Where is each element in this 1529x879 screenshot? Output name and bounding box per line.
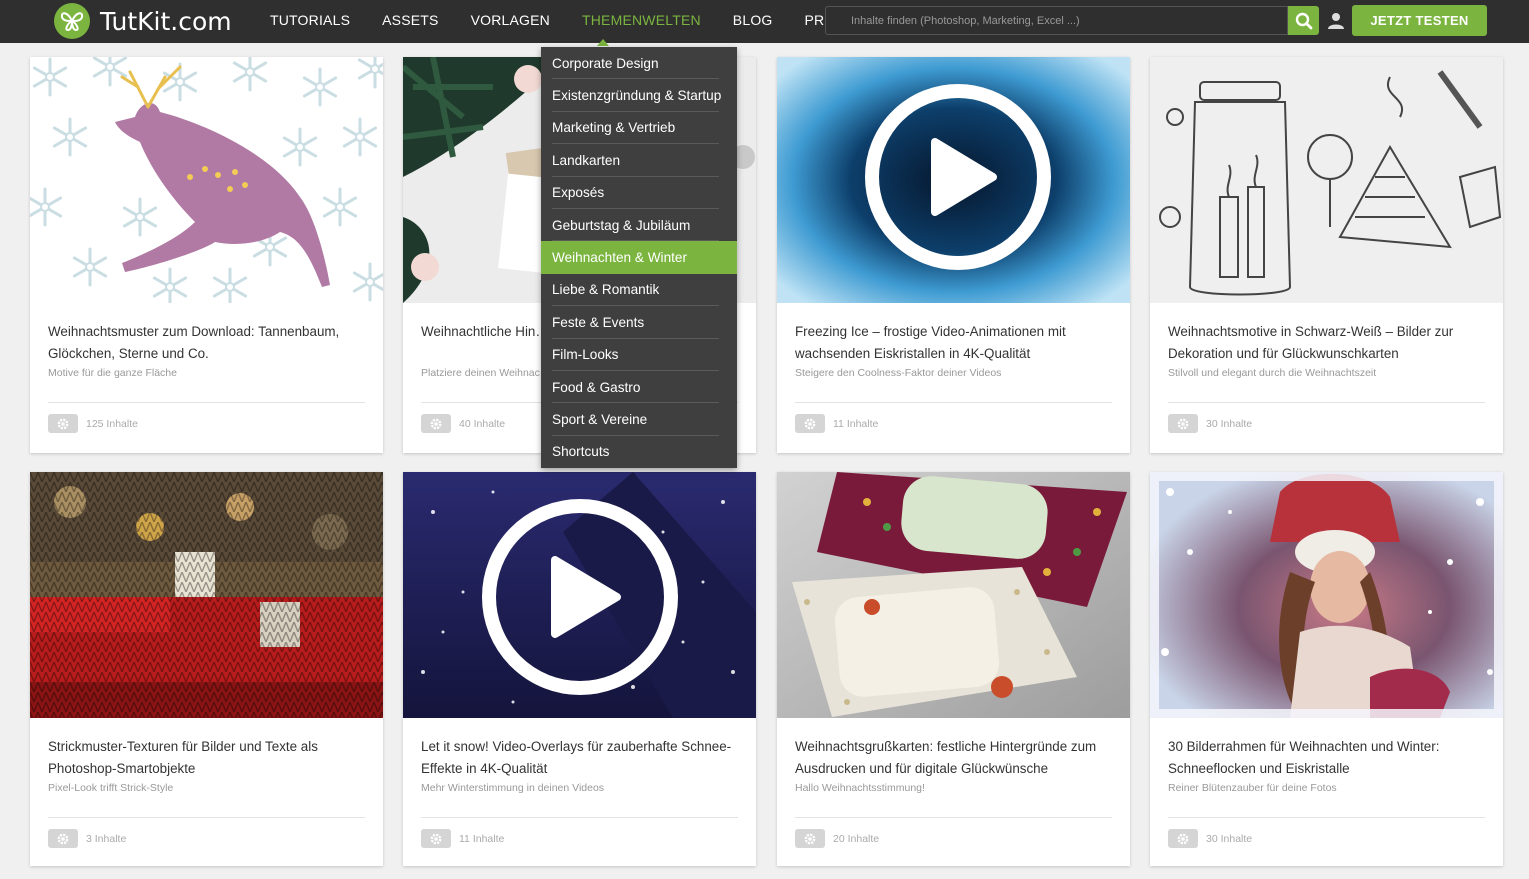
menu-item-landkarten[interactable]: Landkarten (541, 144, 737, 177)
card-meta: 30 Inhalte (1168, 829, 1252, 848)
main-nav: TUTORIALS ASSETS VORLAGEN THEMENWELTEN B… (254, 0, 873, 43)
card-bilderrahmen[interactable]: 30 Bilderrahmen für Weihnachten und Wint… (1150, 472, 1503, 866)
card-subtitle: Stilvoll und elegant durch die Weihnacht… (1168, 367, 1377, 379)
card-thumbnail (30, 57, 383, 303)
logo[interactable]: TutKit.com (54, 3, 232, 39)
logo-text: TutKit.com (100, 6, 232, 36)
search-input[interactable] (825, 6, 1288, 35)
card-thumbnail (777, 472, 1130, 718)
card-weihnachtsmuster[interactable]: Weihnachtsmuster zum Download: Tannenbau… (30, 57, 383, 453)
card-meta: 20 Inhalte (795, 829, 879, 848)
card-title[interactable]: Weihnachtsgrußkarten: festliche Hintergr… (795, 736, 1115, 780)
play-icon[interactable] (482, 499, 678, 695)
card-meta: 30 Inhalte (1168, 414, 1252, 433)
content-count: 30 Inhalte (1206, 832, 1253, 845)
card-meta: 3 Inhalte (48, 829, 126, 848)
themenwelten-dropdown-menu: Corporate Design Existenzgründung & Star… (541, 47, 737, 468)
card-meta: 11 Inhalte (421, 829, 504, 848)
card-divider (48, 402, 365, 403)
content-count: 40 Inhalte (459, 417, 506, 430)
dropdown-caret (597, 39, 609, 46)
user-account-icon[interactable] (1326, 10, 1346, 30)
card-weihnachtsmotive-sw[interactable]: Weihnachtsmotive in Schwarz-Weiß – Bilde… (1150, 57, 1503, 453)
search-button[interactable] (1288, 6, 1319, 35)
gear-icon (795, 829, 825, 848)
card-title[interactable]: 30 Bilderrahmen für Weihnachten und Wint… (1168, 736, 1488, 780)
menu-item-sport-vereine[interactable]: Sport & Vereine (541, 403, 737, 437)
card-divider (48, 817, 365, 818)
content-count: 3 Inhalte (86, 832, 127, 845)
menu-item-feste-events[interactable]: Feste & Events (541, 306, 737, 339)
content-count: 125 Inhalte (86, 417, 138, 430)
menu-item-existenzgruendung[interactable]: Existenzgründung & Startup (541, 79, 737, 113)
menu-item-film-looks[interactable]: Film-Looks (541, 339, 737, 372)
card-title[interactable]: Weihnachtsmotive in Schwarz-Weiß – Bilde… (1168, 321, 1488, 365)
menu-item-food-gastro[interactable]: Food & Gastro (541, 371, 737, 404)
content-count: 30 Inhalte (1206, 417, 1253, 430)
menu-item-liebe-romantik[interactable]: Liebe & Romantik (541, 274, 737, 307)
content-count: 11 Inhalte (833, 417, 879, 430)
gear-icon (1168, 414, 1198, 433)
card-title[interactable]: Let it snow! Video-Overlays für zauberha… (421, 736, 741, 780)
play-icon[interactable] (865, 84, 1051, 270)
card-weihnachtsgrusskarten[interactable]: Weihnachtsgrußkarten: festliche Hintergr… (777, 472, 1130, 866)
card-divider (421, 817, 738, 818)
card-thumbnail (1150, 472, 1503, 718)
gear-icon (1168, 829, 1198, 848)
card-subtitle: Hallo Weihnachtsstimmung! (795, 782, 925, 794)
card-title[interactable]: Weihnachtsmuster zum Download: Tannenbau… (48, 321, 368, 365)
card-thumbnail (403, 472, 756, 718)
card-strickmuster[interactable]: Strickmuster-Texturen für Bilder und Tex… (30, 472, 383, 866)
card-subtitle: Pixel-Look trifft Strick-Style (48, 782, 174, 794)
menu-item-weihnachten-winter[interactable]: Weihnachten & Winter (541, 241, 737, 274)
card-thumbnail (30, 472, 383, 718)
card-divider (1168, 402, 1485, 403)
menu-item-marketing-vertrieb[interactable]: Marketing & Vertrieb (541, 112, 737, 145)
nav-themenwelten[interactable]: THEMENWELTEN (566, 0, 717, 43)
gear-icon (421, 829, 451, 848)
card-divider (795, 402, 1112, 403)
nav-tutorials[interactable]: TUTORIALS (254, 0, 366, 43)
menu-item-exposes[interactable]: Exposés (541, 177, 737, 210)
card-title[interactable]: Strickmuster-Texturen für Bilder und Tex… (48, 736, 368, 780)
card-thumbnail (777, 57, 1130, 303)
card-divider (1168, 817, 1485, 818)
nav-vorlagen[interactable]: VORLAGEN (455, 0, 566, 43)
content-count: 20 Inhalte (833, 832, 880, 845)
card-meta: 11 Inhalte (795, 414, 878, 433)
gear-icon (421, 414, 451, 433)
search-icon (1295, 12, 1312, 29)
card-divider (795, 817, 1112, 818)
card-thumbnail (1150, 57, 1503, 303)
card-subtitle: Reiner Blütenzauber für deine Fotos (1168, 782, 1337, 794)
gear-icon (48, 829, 78, 848)
nav-blog[interactable]: BLOG (717, 0, 789, 43)
card-subtitle: Steigere den Coolness-Faktor deiner Vide… (795, 367, 1002, 379)
gear-icon (48, 414, 78, 433)
menu-item-shortcuts[interactable]: Shortcuts (541, 436, 737, 468)
menu-item-geburtstag[interactable]: Geburtstag & Jubiläum (541, 209, 737, 242)
card-subtitle: Motive für die ganze Fläche (48, 367, 177, 379)
butterfly-logo-icon (54, 3, 90, 39)
card-subtitle: Mehr Winterstimmung in deinen Videos (421, 782, 605, 794)
card-meta: 40 Inhalte (421, 414, 505, 433)
menu-item-corporate-design[interactable]: Corporate Design (541, 47, 737, 80)
card-meta: 125 Inhalte (48, 414, 138, 433)
try-now-button[interactable]: JETZT TESTEN (1352, 5, 1487, 36)
gear-icon (795, 414, 825, 433)
content-count: 11 Inhalte (459, 832, 505, 845)
card-let-it-snow[interactable]: Let it snow! Video-Overlays für zauberha… (403, 472, 756, 866)
card-freezing-ice[interactable]: Freezing Ice – frostige Video-Animatione… (777, 57, 1130, 453)
nav-assets[interactable]: ASSETS (366, 0, 454, 43)
top-navigation-bar: TutKit.com TUTORIALS ASSETS VORLAGEN THE… (0, 0, 1529, 43)
card-title[interactable]: Freezing Ice – frostige Video-Animatione… (795, 321, 1115, 365)
